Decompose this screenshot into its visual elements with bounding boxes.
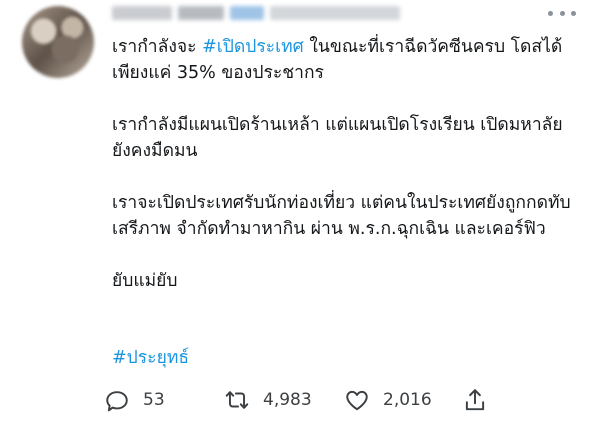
tweet-paragraph-1: เรากำลังจะ #เปิดประเทศ ในขณะที่เราฉีดวัค… — [112, 34, 582, 86]
tweet-text: เรากำลังจะ #เปิดประเทศ ในขณะที่เราฉีดวัค… — [112, 34, 582, 320]
author-header-redacted — [112, 4, 512, 22]
tweet-actions: 53 4,983 2,016 — [104, 382, 488, 418]
share-icon — [465, 389, 485, 411]
username-redacted — [270, 6, 400, 20]
tweet-paragraph-3: เราจะเปิดประเทศรับนักท่องเที่ยว แต่คนในป… — [112, 193, 571, 239]
retweet-count: 4,983 — [263, 390, 312, 410]
display-name-redacted-2 — [178, 6, 224, 20]
paragraph-1-before: เรากำลังจะ — [112, 37, 203, 57]
avatar[interactable] — [22, 6, 94, 78]
reply-icon — [106, 391, 128, 412]
hashtag-link[interactable]: #เปิดประเทศ — [202, 37, 304, 57]
share-button[interactable] — [462, 387, 488, 413]
like-button[interactable]: 2,016 — [344, 387, 462, 413]
footer-hashtag-link[interactable]: #ประยุทธ์ — [112, 345, 189, 371]
tweet-paragraph-2: เรากำลังมีแผนเปิดร้านเหล้า แต่แผนเปิดโรง… — [112, 115, 563, 161]
reply-button[interactable]: 53 — [104, 387, 224, 413]
retweet-icon — [225, 391, 249, 409]
heart-icon — [346, 390, 368, 411]
more-options-icon[interactable] — [548, 6, 576, 20]
retweet-button[interactable]: 4,983 — [224, 387, 344, 413]
tweet-paragraph-4: ยับแม่ยับ — [112, 271, 178, 291]
display-name-redacted — [112, 6, 172, 20]
like-count: 2,016 — [383, 390, 432, 410]
reply-count: 53 — [143, 390, 165, 410]
tweet: เรากำลังจะ #เปิดประเทศ ในขณะที่เราฉีดวัค… — [0, 0, 591, 428]
handle-redacted — [230, 6, 264, 20]
